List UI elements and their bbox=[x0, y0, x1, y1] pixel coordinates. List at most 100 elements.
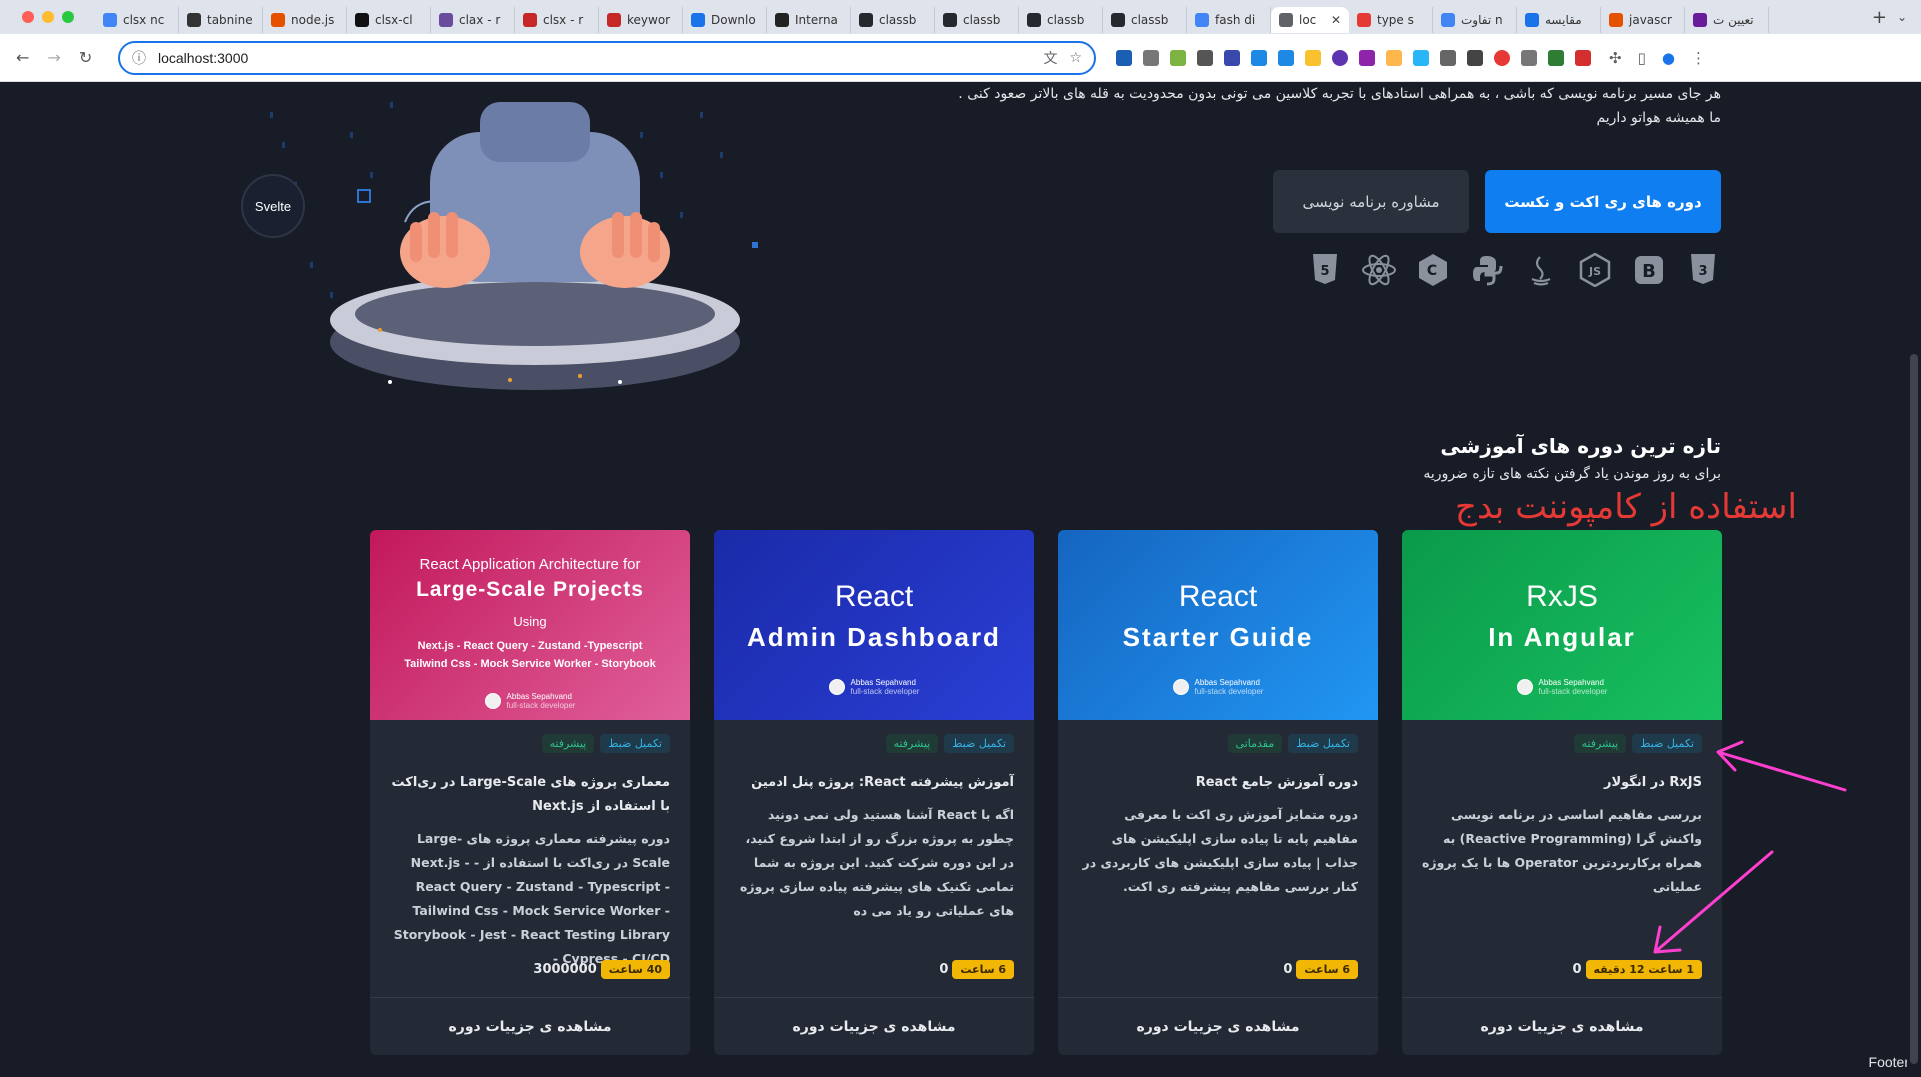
view-course-details-link[interactable]: مشاهده ی جزییات دوره bbox=[1402, 997, 1722, 1055]
bootstrap-icon: B bbox=[1631, 252, 1667, 288]
extension-icon[interactable] bbox=[1170, 49, 1186, 66]
author-role: full-stack developer bbox=[850, 687, 920, 696]
course-price: 0 bbox=[939, 962, 949, 977]
extension-icon[interactable] bbox=[1386, 49, 1402, 66]
duration-badge: 6 ساعت bbox=[1296, 960, 1358, 979]
zoom-window-button[interactable] bbox=[62, 11, 74, 23]
annotation-text: استفاده از کامپوننت بدج bbox=[1455, 487, 1797, 527]
course-card[interactable]: React Application Architecture for Large… bbox=[370, 530, 690, 1055]
course-meta: 1 ساعت 12 دقیقه 0 bbox=[1422, 960, 1702, 979]
tab-favicon-icon bbox=[859, 13, 873, 27]
browser-tab[interactable]: تفاوت n bbox=[1433, 7, 1517, 33]
browser-tab[interactable]: clsx-cl bbox=[347, 7, 431, 33]
course-card[interactable]: React Admin Dashboard Abbas Sepahvand ful… bbox=[714, 530, 1034, 1055]
extension-icon[interactable] bbox=[1251, 49, 1267, 66]
browser-menu-icon[interactable]: ⋮ bbox=[1691, 49, 1706, 67]
course-title[interactable]: آموزش پیشرفته React: پروژه پنل ادمین bbox=[734, 771, 1014, 795]
reload-icon[interactable]: ↻ bbox=[79, 48, 92, 67]
extension-icon[interactable] bbox=[1575, 49, 1591, 66]
browser-tab[interactable]: node.js bbox=[263, 7, 347, 33]
view-course-details-link[interactable]: مشاهده ی جزییات دوره bbox=[370, 997, 690, 1055]
browser-tab[interactable]: تعیین ت bbox=[1685, 7, 1769, 33]
tab-label: clax - r bbox=[459, 13, 501, 27]
browser-tab[interactable]: classb bbox=[851, 7, 935, 33]
extension-icon[interactable] bbox=[1305, 49, 1321, 66]
browser-tab[interactable]: classb bbox=[1103, 7, 1187, 33]
level-badge: پیشرفته bbox=[541, 734, 595, 753]
level-badge: پیشرفته bbox=[885, 734, 939, 753]
forward-arrow-icon[interactable]: → bbox=[47, 48, 60, 67]
extension-icon[interactable] bbox=[1332, 49, 1348, 66]
site-info-icon[interactable]: ⓘ bbox=[132, 48, 146, 68]
tab-favicon-icon bbox=[187, 13, 201, 27]
browser-tab[interactable]: clax - r bbox=[431, 7, 515, 33]
profile-avatar-icon[interactable]: ● bbox=[1662, 49, 1675, 67]
course-title[interactable]: دوره آموزش جامع React bbox=[1078, 771, 1358, 795]
translate-icon[interactable]: 文 bbox=[1043, 48, 1057, 68]
side-panel-icon[interactable]: ▯ bbox=[1638, 49, 1646, 67]
latest-courses-subtitle: برای به روز موندن یاد گرفتن نکته های تاز… bbox=[1423, 466, 1721, 482]
extension-icon[interactable] bbox=[1359, 49, 1375, 66]
cover-line: Next.js - React Query - Zustand -Typescr… bbox=[417, 640, 643, 652]
extension-icon[interactable] bbox=[1197, 49, 1213, 66]
latest-courses-title: تازه ترین دوره های آموزشی bbox=[1440, 434, 1721, 458]
browser-tab[interactable]: keywor bbox=[599, 7, 683, 33]
author-role: full-stack developer bbox=[506, 701, 576, 710]
css3-icon: 3 bbox=[1685, 252, 1721, 288]
status-badge: تکمیل ضبط bbox=[944, 734, 1014, 753]
extensions-puzzle-icon[interactable]: ✣ bbox=[1609, 49, 1622, 67]
browser-tab[interactable]: clsx nc bbox=[95, 7, 179, 33]
scrollbar-thumb[interactable] bbox=[1910, 354, 1918, 1064]
programming-consultation-button[interactable]: مشاوره برنامه نویسی bbox=[1273, 170, 1469, 233]
extension-icon[interactable] bbox=[1278, 49, 1294, 66]
extension-icon[interactable] bbox=[1116, 49, 1132, 66]
course-card[interactable]: RxJS In Angular Abbas Sepahvand full-stac… bbox=[1402, 530, 1722, 1055]
course-cover: React Admin Dashboard Abbas Sepahvand ful… bbox=[714, 530, 1034, 720]
browser-tab[interactable]: Interna bbox=[767, 7, 851, 33]
extension-icon[interactable] bbox=[1521, 49, 1537, 66]
extension-icon[interactable] bbox=[1440, 49, 1456, 66]
extension-icon[interactable] bbox=[1413, 49, 1429, 66]
browser-tab[interactable]: javascr bbox=[1601, 7, 1685, 33]
browser-tab[interactable]: loc ✕ bbox=[1271, 7, 1349, 33]
minimize-window-button[interactable] bbox=[42, 11, 54, 23]
react-next-courses-button[interactable]: دوره های ری اکت و نکست bbox=[1485, 170, 1721, 233]
tab-favicon-icon bbox=[439, 13, 453, 27]
tab-label: fash di bbox=[1215, 13, 1256, 27]
page-scrollbar[interactable] bbox=[1907, 82, 1921, 1077]
view-course-details-link[interactable]: مشاهده ی جزییات دوره bbox=[714, 997, 1034, 1055]
browser-tab[interactable]: مقایسه bbox=[1517, 7, 1601, 33]
view-course-details-link[interactable]: مشاهده ی جزییات دوره bbox=[1058, 997, 1378, 1055]
close-tab-icon[interactable]: ✕ bbox=[1331, 13, 1341, 27]
address-bar[interactable]: ⓘ localhost:3000 文 ☆ bbox=[118, 40, 1096, 75]
page-viewport: Svelte هر جای مسیر برنامه نویسی که باشی … bbox=[0, 82, 1921, 1077]
tab-favicon-icon bbox=[943, 13, 957, 27]
close-window-button[interactable] bbox=[22, 11, 34, 23]
new-tab-button[interactable]: + bbox=[1862, 7, 1897, 28]
cover-line: Using bbox=[513, 614, 547, 629]
author-name: Abbas Sepahvand bbox=[850, 678, 916, 687]
course-title[interactable]: معماری پروژه های Large-Scale در ری‌اکت ب… bbox=[390, 771, 670, 819]
course-price: 0 bbox=[1572, 962, 1582, 977]
tab-label: keywor bbox=[627, 13, 671, 27]
author-name: Abbas Sepahvand bbox=[1194, 678, 1260, 687]
browser-tab[interactable]: classb bbox=[935, 7, 1019, 33]
extension-icon[interactable] bbox=[1548, 49, 1564, 66]
course-card[interactable]: React Starter Guide Abbas Sepahvand full-… bbox=[1058, 530, 1378, 1055]
footer-label: Footer bbox=[1868, 1054, 1909, 1070]
browser-tab[interactable]: classb bbox=[1019, 7, 1103, 33]
browser-tab[interactable]: tabnine bbox=[179, 7, 263, 33]
adblock-icon[interactable] bbox=[1494, 49, 1510, 66]
extension-icon[interactable] bbox=[1143, 49, 1159, 66]
browser-tab[interactable]: type s bbox=[1349, 7, 1433, 33]
tab-strip: clsx nc tabnine node.js clsx-cl clax - r clsx… bbox=[95, 0, 1862, 34]
browser-tab[interactable]: Downlo bbox=[683, 7, 767, 33]
extension-icon[interactable] bbox=[1467, 49, 1483, 66]
extension-icon[interactable] bbox=[1224, 49, 1240, 66]
course-title[interactable]: RxJS در انگولار bbox=[1422, 771, 1702, 795]
tab-search-chevron-icon[interactable]: ⌄ bbox=[1897, 10, 1921, 24]
browser-tab[interactable]: clsx - r bbox=[515, 7, 599, 33]
browser-tab[interactable]: fash di bbox=[1187, 7, 1271, 33]
back-arrow-icon[interactable]: ← bbox=[16, 48, 29, 67]
bookmark-star-icon[interactable]: ☆ bbox=[1069, 50, 1082, 66]
